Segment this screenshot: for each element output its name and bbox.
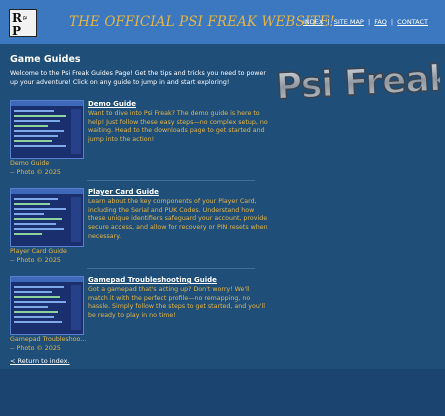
guide-title-link[interactable]: Gamepad Troubleshooting Guide [88, 276, 217, 284]
site-logo[interactable]: R a P [9, 9, 37, 38]
nav-separator: | [327, 18, 330, 26]
nav-link-contact[interactable]: CONTACT [397, 18, 428, 26]
caption-name: Gamepad Troubleshoo... [10, 336, 86, 343]
page-footer [0, 369, 445, 416]
guide-description: Learn about the key components of your P… [88, 198, 268, 240]
nav-link-faq[interactable]: FAQ [374, 18, 387, 26]
nav-link-index[interactable]: INDEX [303, 18, 323, 26]
top-nav: INDEX | SITE MAP | FAQ | CONTACT [303, 18, 428, 26]
guide-thumbnail[interactable] [10, 276, 84, 335]
nav-separator: | [390, 18, 394, 26]
intro-text: Welcome to the Psi Freak Guides Page! Ge… [10, 70, 266, 86]
guide-title-link[interactable]: Demo Guide [88, 100, 136, 108]
caption-name: Player Card Guide [10, 248, 67, 255]
logo-letter-2: a [21, 15, 30, 21]
return-to-index-link[interactable]: < Return to index. [10, 357, 70, 365]
logo-letter-3: P [12, 24, 22, 38]
caption-name: Demo Guide [10, 160, 50, 167]
psi-freak-logo: Psi Freak [274, 57, 440, 109]
site-header: R a P THE OFFICIAL PSI FREAK WEBSITE! IN… [0, 0, 445, 44]
caption-credit: -- Photo © 2025 [10, 168, 61, 176]
guide-thumbnail[interactable] [10, 188, 84, 247]
thumbnail-caption: Demo Guide -- Photo © 2025 [10, 160, 86, 177]
logo-wordmark: Psi Freak [275, 58, 440, 108]
guide-title-link[interactable]: Player Card Guide [88, 188, 159, 196]
nav-separator: | [367, 18, 371, 26]
caption-credit: -- Photo © 2025 [10, 344, 61, 352]
caption-credit: -- Photo © 2025 [10, 256, 61, 264]
guide-description: Got a gamepad that's acting up? Don't wo… [88, 286, 266, 320]
thumbnail-caption: Player Card Guide -- Photo © 2025 [10, 248, 86, 265]
guide-thumbnail[interactable] [10, 100, 84, 159]
divider [87, 268, 255, 269]
divider [87, 180, 255, 181]
nav-link-site-map[interactable]: SITE MAP [334, 18, 364, 26]
site-title: THE OFFICIAL PSI FREAK WEBSITE! [69, 14, 335, 30]
guide-description: Want to dive into Psi Freak? The demo gu… [88, 110, 268, 144]
page-title: Game Guides [10, 54, 81, 65]
thumbnail-caption: Gamepad Troubleshoo... -- Photo © 2025 [10, 336, 86, 353]
